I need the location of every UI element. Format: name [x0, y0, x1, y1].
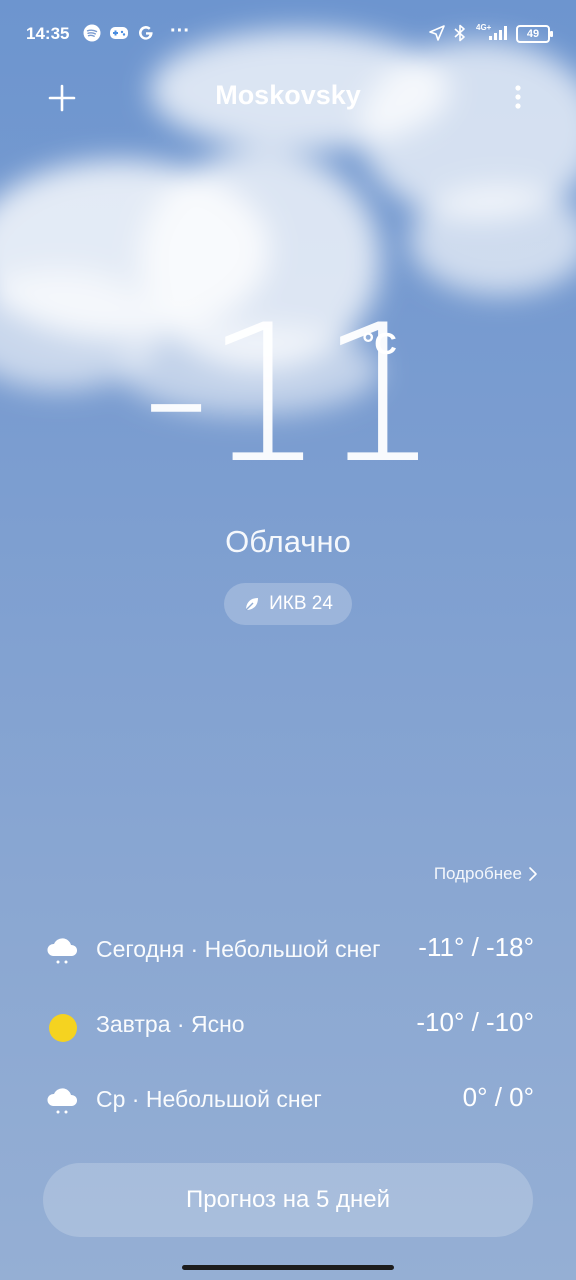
- google-icon: [139, 26, 153, 40]
- forecast-day: Сегодня · Небольшой снег: [96, 936, 381, 962]
- forecast-row-tomorrow[interactable]: Завтра · Ясно -10° / -10°: [0, 1001, 576, 1045]
- home-indicator[interactable]: [182, 1265, 394, 1270]
- leaf-icon: [245, 598, 259, 611]
- location-arrow-icon: [429, 25, 445, 41]
- forecast-row-today[interactable]: Сегодня · Небольшой снег -11° / -18°: [0, 926, 576, 970]
- spotify-icon: [83, 24, 101, 42]
- aqi-label: ИКВ 24: [269, 593, 333, 614]
- five-day-forecast-button[interactable]: Прогноз на 5 дней: [43, 1163, 533, 1237]
- forecast-temps: 0° / 0°: [462, 1082, 534, 1112]
- current-condition: Облачно: [225, 524, 351, 559]
- more-notifications-icon: ···: [170, 20, 190, 42]
- forecast-row-wednesday[interactable]: Ср · Небольшой снег 0° / 0°: [0, 1076, 576, 1120]
- current-temperature: -11: [141, 284, 440, 505]
- status-bar: 14:35 ··· 4G+ 49: [0, 0, 576, 68]
- forecast-temps: -10° / -10°: [416, 1007, 534, 1037]
- forecast-day: Ср · Небольшой снег: [96, 1086, 322, 1112]
- temperature-unit: °C: [362, 326, 397, 361]
- chevron-right-icon: [529, 867, 537, 881]
- city-title: Moskovsky: [215, 80, 361, 110]
- sun-icon: [49, 1014, 77, 1042]
- bluetooth-icon: [454, 24, 465, 42]
- snow-cloud-icon: [47, 938, 78, 964]
- snow-cloud-icon: [47, 1088, 78, 1114]
- signal-strength-icon: [489, 26, 507, 40]
- battery-indicator: 49: [516, 25, 553, 43]
- forecast-temps: -11° / -18°: [418, 932, 534, 962]
- battery-level: 49: [526, 28, 540, 40]
- game-controller-icon: [110, 27, 128, 39]
- details-link-label: Подробнее: [433, 864, 522, 883]
- aqi-badge[interactable]: ИКВ 24: [224, 583, 352, 625]
- more-options-button[interactable]: [506, 80, 530, 116]
- details-link[interactable]: Подробнее: [434, 864, 538, 884]
- status-time: 14:35: [26, 24, 70, 43]
- forecast-day: Завтра · Ясно: [96, 1011, 245, 1037]
